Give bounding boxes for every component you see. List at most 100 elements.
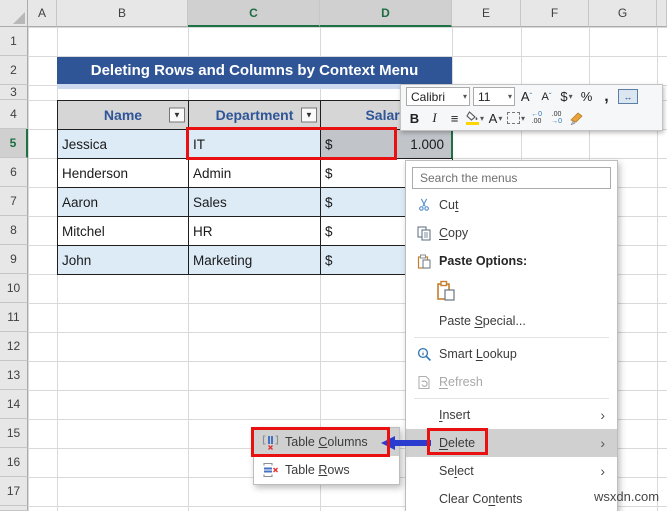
cell-name[interactable]: John bbox=[58, 246, 189, 275]
increase-decimal-icon: .00 →0 bbox=[551, 111, 562, 126]
row-header-2[interactable]: 2 bbox=[0, 56, 28, 85]
cell-department[interactable]: Admin bbox=[189, 159, 321, 188]
decrease-font-size-button[interactable]: Aˇ bbox=[538, 87, 555, 106]
menu-item-copy[interactable]: Copy bbox=[406, 219, 617, 247]
excel-window: ABCDEFG 1 2 3 4 5 6 7 8 9 10 11 12 13 14 15 16 17 Deleti… bbox=[0, 0, 667, 511]
decrease-decimal-button[interactable]: ←0 .00 bbox=[528, 109, 545, 128]
fill-color-button[interactable]: ▾ bbox=[466, 109, 484, 128]
row-header-12[interactable]: 12 bbox=[0, 332, 28, 361]
border-grid-button[interactable]: ▾ bbox=[507, 109, 525, 128]
chevron-down-icon: ▾ bbox=[480, 113, 485, 123]
cell-department[interactable]: Marketing bbox=[189, 246, 321, 275]
paint-bucket-icon bbox=[466, 111, 479, 126]
title-banner: Deleting Rows and Columns by Context Men… bbox=[57, 57, 452, 84]
refresh-icon bbox=[414, 375, 434, 390]
row-header-11[interactable]: 11 bbox=[0, 303, 28, 332]
mini-toolbar: Calibri ▾ 11 ▾ Aˆ Aˇ $ ▾ % , ↔ B I ≡ ▾ A… bbox=[400, 84, 663, 131]
percent-style-button[interactable]: % bbox=[578, 87, 595, 106]
row-header-7[interactable]: 7 bbox=[0, 187, 28, 216]
salary-value: 1.000 bbox=[410, 136, 444, 152]
table-header-row: Name ▼ Department ▼ Salary ▼ bbox=[58, 101, 453, 130]
filter-dropdown-icon[interactable]: ▼ bbox=[169, 107, 185, 123]
column-header-c[interactable]: C bbox=[188, 0, 320, 27]
row-header-3[interactable]: 3 bbox=[0, 85, 28, 100]
submenu-item-table-columns[interactable]: Table Columns bbox=[254, 428, 399, 456]
font-size: 11 bbox=[478, 89, 491, 104]
search-input[interactable] bbox=[412, 167, 611, 189]
column-header-a[interactable]: A bbox=[28, 0, 57, 27]
increase-decimal-button[interactable]: .00 →0 bbox=[548, 109, 565, 128]
menu-item-label: Select bbox=[439, 464, 474, 478]
row-header-14[interactable]: 14 bbox=[0, 390, 28, 419]
column-header-f[interactable]: F bbox=[521, 0, 589, 27]
title-banner-accent bbox=[57, 84, 452, 89]
font-color-button[interactable]: A ▾ bbox=[487, 109, 504, 128]
accounting-format-button[interactable]: $ ▾ bbox=[558, 87, 575, 106]
column-header-g[interactable]: G bbox=[589, 0, 657, 27]
font-size-combo[interactable]: 11 ▾ bbox=[473, 87, 515, 107]
submenu-arrow-icon: › bbox=[600, 435, 605, 451]
row-header-1[interactable]: 1 bbox=[0, 27, 28, 56]
watermark: wsxdn.com bbox=[594, 489, 660, 504]
cell-name[interactable]: Henderson bbox=[58, 159, 189, 188]
chevron-down-icon: ▾ bbox=[462, 92, 467, 102]
format-painter-icon bbox=[570, 112, 583, 125]
filter-dropdown-icon[interactable]: ▼ bbox=[301, 107, 317, 123]
table-row: Jessica IT $ 1.000 bbox=[58, 130, 453, 159]
row-header-5[interactable]: 5 bbox=[0, 129, 28, 158]
row-header-8[interactable]: 8 bbox=[0, 216, 28, 245]
menu-item-label: Copy bbox=[439, 226, 469, 240]
increase-font-size-button[interactable]: Aˆ bbox=[518, 87, 535, 106]
cell-name[interactable]: Aaron bbox=[58, 188, 189, 217]
cell-name[interactable]: Jessica bbox=[58, 130, 189, 159]
row-header-6[interactable]: 6 bbox=[0, 158, 28, 187]
row-header-15[interactable]: 15 bbox=[0, 419, 28, 448]
menu-item-paste[interactable] bbox=[406, 275, 617, 307]
italic-button[interactable]: I bbox=[426, 109, 443, 128]
select-all-corner[interactable] bbox=[0, 0, 28, 27]
toolbar-row-1: Calibri ▾ 11 ▾ Aˆ Aˇ $ ▾ % , ↔ bbox=[406, 87, 657, 107]
menu-item-paste-special[interactable]: Paste Special... bbox=[406, 307, 617, 335]
scissors-icon bbox=[414, 198, 434, 212]
menu-item-cut[interactable]: Cut bbox=[406, 191, 617, 219]
cell-department[interactable]: Sales bbox=[189, 188, 321, 217]
borders-button[interactable]: ≡ bbox=[446, 109, 463, 128]
menu-item-clear-contents[interactable]: Clear Contents bbox=[406, 485, 617, 511]
data-table: Name ▼ Department ▼ Salary ▼ Jessica IT … bbox=[57, 100, 453, 275]
row-header-17[interactable]: 17 bbox=[0, 477, 28, 506]
table-header-name[interactable]: Name ▼ bbox=[58, 101, 189, 130]
row-header-9[interactable]: 9 bbox=[0, 245, 28, 274]
bold-button[interactable]: B bbox=[406, 109, 423, 128]
caret-up-icon: ˆ bbox=[529, 92, 533, 102]
cell-salary-selected[interactable]: $ 1.000 bbox=[321, 130, 453, 159]
cell-department[interactable]: IT bbox=[189, 130, 321, 159]
autofit-width-button[interactable]: ↔ bbox=[618, 87, 638, 106]
copy-icon bbox=[414, 226, 434, 241]
cell-width-icon: ↔ bbox=[618, 89, 638, 105]
border-grid-icon bbox=[507, 112, 521, 125]
header-label: Department bbox=[215, 107, 294, 123]
submenu-item-table-rows[interactable]: Table Rows bbox=[254, 456, 399, 484]
decrease-decimal-icon: ←0 .00 bbox=[531, 111, 542, 126]
row-header-16[interactable]: 16 bbox=[0, 448, 28, 477]
menu-item-refresh[interactable]: Refresh bbox=[406, 368, 617, 396]
menu-item-delete[interactable]: Delete › bbox=[406, 429, 617, 457]
row-header-10[interactable]: 10 bbox=[0, 274, 28, 303]
column-header-e[interactable]: E bbox=[452, 0, 521, 27]
column-header-partial[interactable] bbox=[657, 0, 667, 27]
format-painter-button[interactable] bbox=[568, 109, 585, 128]
menu-item-smart-lookup[interactable]: Smart Lookup bbox=[406, 340, 617, 368]
row-header-partial[interactable] bbox=[0, 506, 28, 511]
comma-style-button[interactable]: , bbox=[598, 87, 615, 106]
menu-item-select[interactable]: Select › bbox=[406, 457, 617, 485]
cell-department[interactable]: HR bbox=[189, 217, 321, 246]
font-name-combo[interactable]: Calibri ▾ bbox=[406, 87, 470, 107]
table-header-department[interactable]: Department ▼ bbox=[189, 101, 321, 130]
menu-item-label: Paste Options: bbox=[439, 254, 528, 268]
cell-name[interactable]: Mitchel bbox=[58, 217, 189, 246]
menu-item-insert[interactable]: Insert › bbox=[406, 401, 617, 429]
column-header-b[interactable]: B bbox=[57, 0, 188, 27]
row-header-13[interactable]: 13 bbox=[0, 361, 28, 390]
column-header-d[interactable]: D bbox=[320, 0, 452, 27]
row-header-4[interactable]: 4 bbox=[0, 100, 28, 129]
